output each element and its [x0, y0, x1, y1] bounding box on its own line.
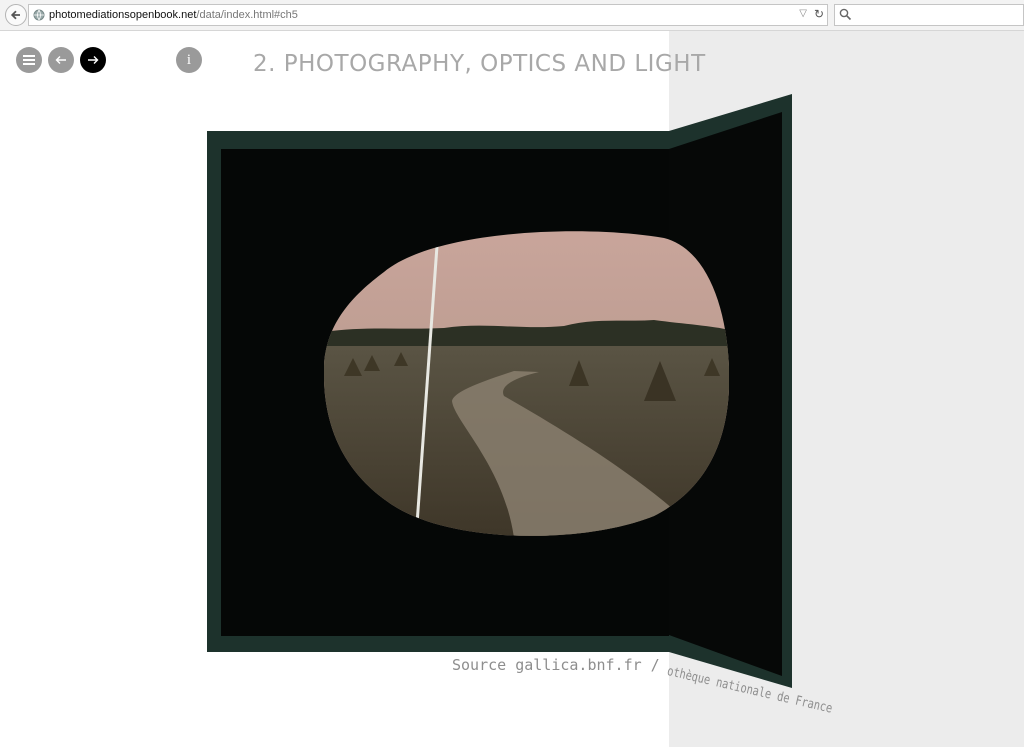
arrow-left-icon [55, 56, 66, 64]
url-host: photomediationsopenbook.net [49, 9, 197, 21]
previous-button[interactable] [48, 47, 74, 73]
dropdown-triangle-icon[interactable]: ▽ [799, 8, 807, 19]
landscape-photo[interactable] [324, 226, 729, 538]
hamburger-menu-icon [23, 55, 35, 65]
globe-icon [33, 9, 45, 21]
search-icon [839, 8, 852, 21]
next-button[interactable] [80, 47, 106, 73]
source-caption: Source gallica.bnf.fr / Bibli [452, 656, 669, 674]
menu-button[interactable] [16, 47, 42, 73]
arrow-left-icon [10, 10, 20, 20]
arrow-right-icon [88, 56, 99, 64]
browser-back-button[interactable] [5, 4, 27, 26]
chapter-title: 2. PHOTOGRAPHY, OPTICS AND LIGHT [253, 51, 706, 77]
url-path: /data/index.html#ch5 [196, 9, 298, 21]
browser-toolbar: photomediationsopenbook.net/data/index.h… [0, 0, 1024, 31]
info-button[interactable]: i [176, 47, 202, 73]
reload-icon[interactable]: ↻ [814, 7, 824, 21]
search-input[interactable] [834, 4, 1024, 26]
info-icon: i [186, 51, 192, 68]
